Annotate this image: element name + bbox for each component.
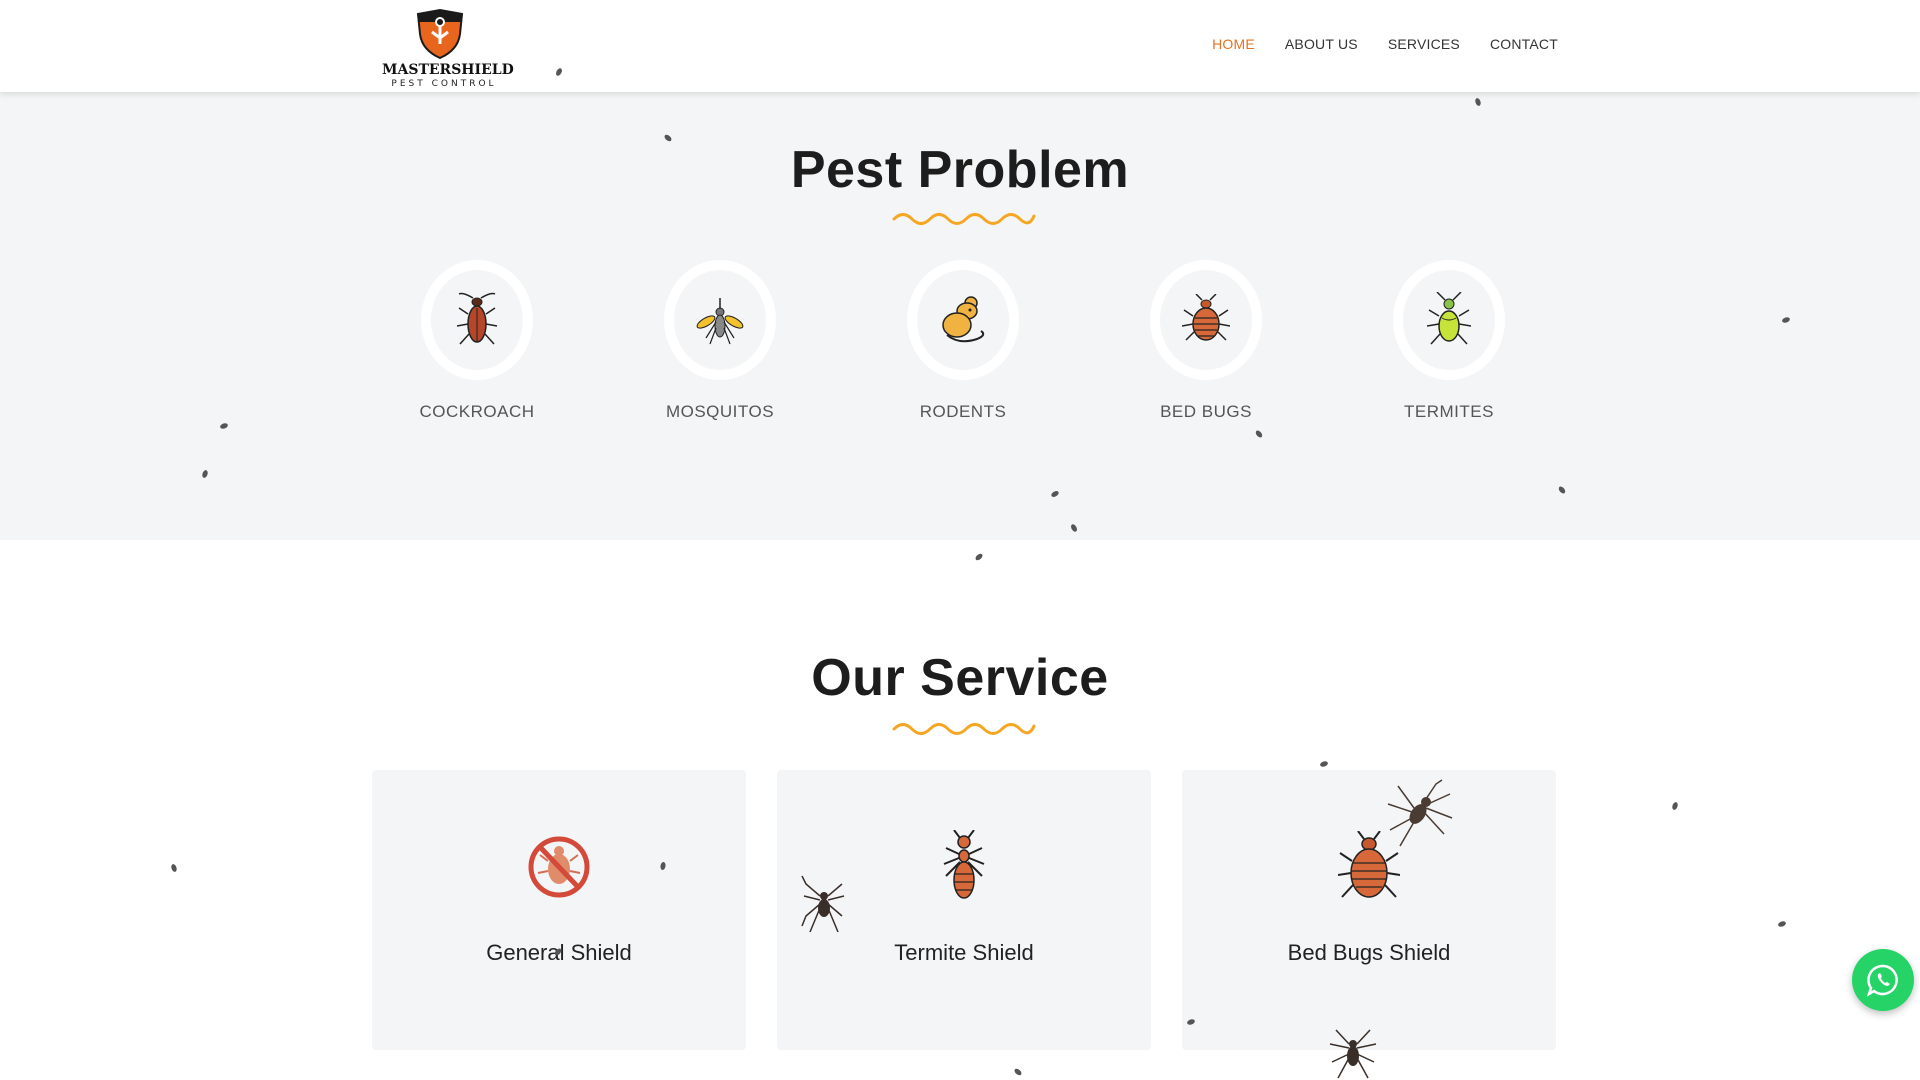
pest-label: TERMITES xyxy=(1404,402,1494,421)
fly-icon xyxy=(1782,317,1790,323)
fly-icon xyxy=(1320,761,1328,767)
title-squiggle-icon xyxy=(892,723,1036,735)
fly-icon xyxy=(660,862,666,870)
our-service-title: Our Service xyxy=(811,649,1109,707)
fly-icon xyxy=(1014,1068,1022,1076)
fly-icon xyxy=(1475,98,1481,106)
pest-icon-circle xyxy=(664,260,776,380)
brand-tagline: PEST CONTROL xyxy=(391,79,497,89)
pest-icon-circle xyxy=(1393,260,1505,380)
pest-icon-circle xyxy=(1150,260,1262,380)
shield-logo-icon xyxy=(416,8,464,60)
fly-icon xyxy=(554,948,562,956)
nav-about-us[interactable]: ABOUT US xyxy=(1285,36,1358,52)
pest-icon-circle xyxy=(421,260,533,380)
rodent-icon xyxy=(942,296,985,343)
main-nav: HOME ABOUT US SERVICES CONTACT xyxy=(1212,36,1558,52)
fly-icon xyxy=(202,470,208,478)
whatsapp-icon xyxy=(1866,964,1898,997)
fly-icon xyxy=(220,423,228,429)
pest-icon-circle xyxy=(907,260,1019,380)
service-card-bed-bugs-shield[interactable]: Bed Bugs Shield xyxy=(1182,770,1556,1050)
whatsapp-button[interactable] xyxy=(1852,949,1914,1011)
pest-problem-title: Pest Problem xyxy=(790,141,1130,199)
fly-icon xyxy=(1558,486,1566,494)
no-bug-icon xyxy=(528,836,590,898)
fly-icon xyxy=(1187,1019,1195,1025)
cockroach-icon xyxy=(456,292,498,345)
fly-icon xyxy=(1255,430,1263,438)
spider-icon xyxy=(1329,1029,1377,1079)
service-card-general-shield[interactable]: General Shield xyxy=(372,770,746,1050)
fly-icon xyxy=(171,864,177,872)
termite-icon xyxy=(1427,292,1471,345)
bed-bug-icon xyxy=(1182,294,1230,341)
fly-icon xyxy=(975,553,983,561)
fly-icon xyxy=(556,68,562,76)
pest-label: BED BUGS xyxy=(1160,402,1252,421)
fly-icon xyxy=(1672,802,1678,810)
service-card-title: Bed Bugs Shield xyxy=(1287,940,1451,965)
nav-services[interactable]: SERVICES xyxy=(1388,36,1460,52)
brand-logo[interactable]: MASTERSHIELD PEST CONTROL xyxy=(382,6,514,90)
nav-home[interactable]: HOME xyxy=(1212,36,1255,52)
service-card-title: Termite Shield xyxy=(894,940,1034,965)
mosquito-icon xyxy=(696,298,744,345)
brand-name: MASTERSHIELD xyxy=(382,62,514,78)
spider-icon xyxy=(801,875,845,933)
fly-icon xyxy=(664,134,672,142)
site-header: MASTERSHIELD PEST CONTROL HOME ABOUT US … xyxy=(0,0,1920,92)
spider-icon xyxy=(1387,779,1453,847)
pest-label: RODENTS xyxy=(919,402,1007,421)
pest-label: COCKROACH xyxy=(419,402,535,421)
nav-contact[interactable]: CONTACT xyxy=(1490,36,1558,52)
fly-icon xyxy=(1778,921,1786,927)
fly-icon xyxy=(1071,524,1077,532)
pest-problem-section: Pest Problem COCKROACH MOSQUITOS RODENTS… xyxy=(0,92,1920,540)
termite-icon xyxy=(943,830,985,899)
fly-icon xyxy=(1051,491,1059,497)
pest-label: MOSQUITOS xyxy=(665,402,775,421)
title-squiggle-icon xyxy=(892,213,1036,225)
